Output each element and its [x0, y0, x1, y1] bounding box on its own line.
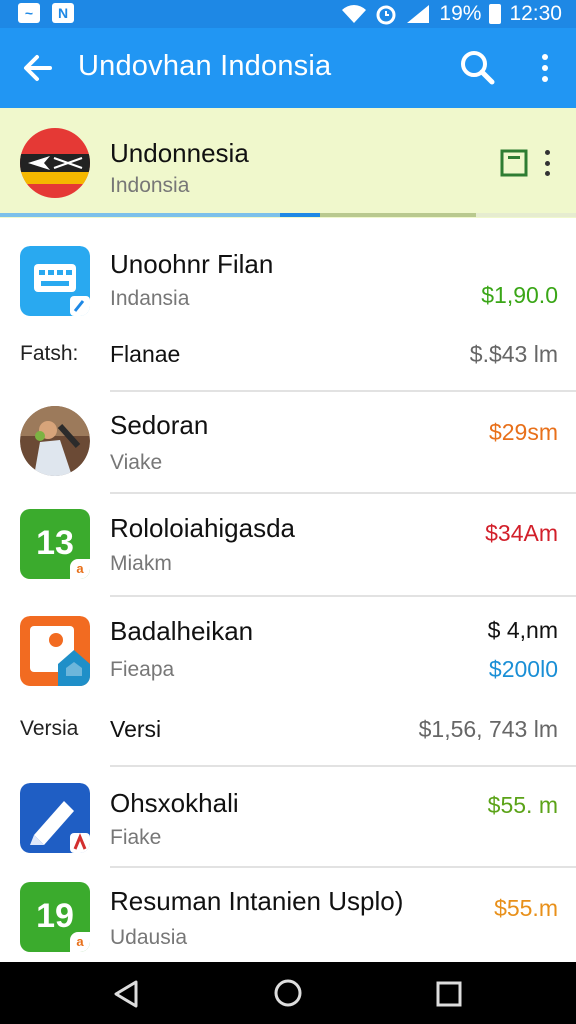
item-subtitle: Fieapa	[110, 658, 175, 681]
status-bar: ~ N 19% 12:30	[0, 0, 576, 28]
item-title: Rololoiahigasda	[110, 513, 296, 543]
country-header[interactable]: Undonnesia Indonsia	[0, 108, 576, 218]
item-title: Sedoran	[110, 410, 209, 440]
item-amount: $55.m	[494, 895, 558, 921]
row-name: Versi	[110, 716, 162, 742]
item-subtitle: Viake	[110, 451, 163, 474]
item-subtitle: Udausia	[110, 926, 188, 949]
bookmark-icon[interactable]	[500, 148, 528, 178]
blue-pen-app-icon	[20, 783, 90, 853]
item-amount: $34Am	[485, 520, 558, 546]
back-arrow-icon[interactable]	[18, 48, 58, 88]
item-amount: $29sm	[488, 419, 558, 445]
battery-percent: 19%	[439, 2, 482, 25]
signal-icon	[407, 5, 430, 23]
header-title: Undonnesia	[110, 138, 249, 168]
app-bar: Undovhan Indonsia	[0, 28, 576, 108]
alarm-icon	[376, 5, 396, 25]
more-vert-icon[interactable]	[540, 150, 554, 176]
keyboard-app-icon	[20, 246, 90, 316]
row-amount: $.$43 lm	[469, 341, 558, 367]
row-name: Flanae	[110, 341, 181, 367]
search-icon[interactable]	[458, 48, 498, 88]
orange-app-icon	[20, 616, 90, 686]
divider	[110, 390, 576, 392]
item-amount-secondary: $200l0	[488, 656, 558, 682]
divider	[110, 595, 576, 597]
row-amount: $1,56, 743 lm	[418, 716, 558, 742]
item-subtitle: Fiake	[110, 826, 162, 849]
n-app-icon: N	[52, 3, 74, 23]
item-amount: $55. m	[487, 792, 558, 818]
photo-avatar	[20, 406, 90, 476]
calendar-19-icon: 19 a	[20, 882, 90, 952]
more-vert-icon[interactable]	[530, 48, 560, 88]
item-title: Badalheikan	[110, 616, 254, 646]
item-title: Ohsxokhali	[110, 788, 239, 818]
divider	[110, 492, 576, 494]
item-amount: $1,90.0	[481, 282, 558, 308]
row-label: Fatsh:	[20, 342, 79, 365]
image-icon: ~	[18, 3, 40, 23]
flag-icon	[20, 128, 90, 198]
header-subtitle: Indonsia	[110, 174, 190, 197]
nav-back-icon[interactable]	[110, 978, 142, 1010]
wifi-icon	[342, 5, 367, 23]
battery-icon	[489, 4, 502, 24]
item-title: Unoohnr Filan	[110, 249, 274, 279]
calendar-13-icon: 13 a	[20, 509, 90, 579]
divider	[110, 866, 576, 868]
item-amount: $ 4,nm	[487, 617, 558, 643]
system-nav-bar	[0, 962, 576, 1024]
item-title: Resuman Intanien Usplo)	[110, 886, 404, 916]
tab-indicator	[0, 213, 576, 217]
status-time: 12:30	[509, 2, 562, 25]
nav-home-icon[interactable]	[273, 978, 303, 1008]
row-label: Versia	[20, 717, 79, 740]
app-title: Undovhan Indonsia	[78, 50, 332, 82]
item-subtitle: Miakm	[110, 552, 172, 575]
nav-recents-icon[interactable]	[435, 980, 463, 1008]
divider	[110, 765, 576, 767]
item-subtitle: Indansia	[110, 287, 190, 310]
